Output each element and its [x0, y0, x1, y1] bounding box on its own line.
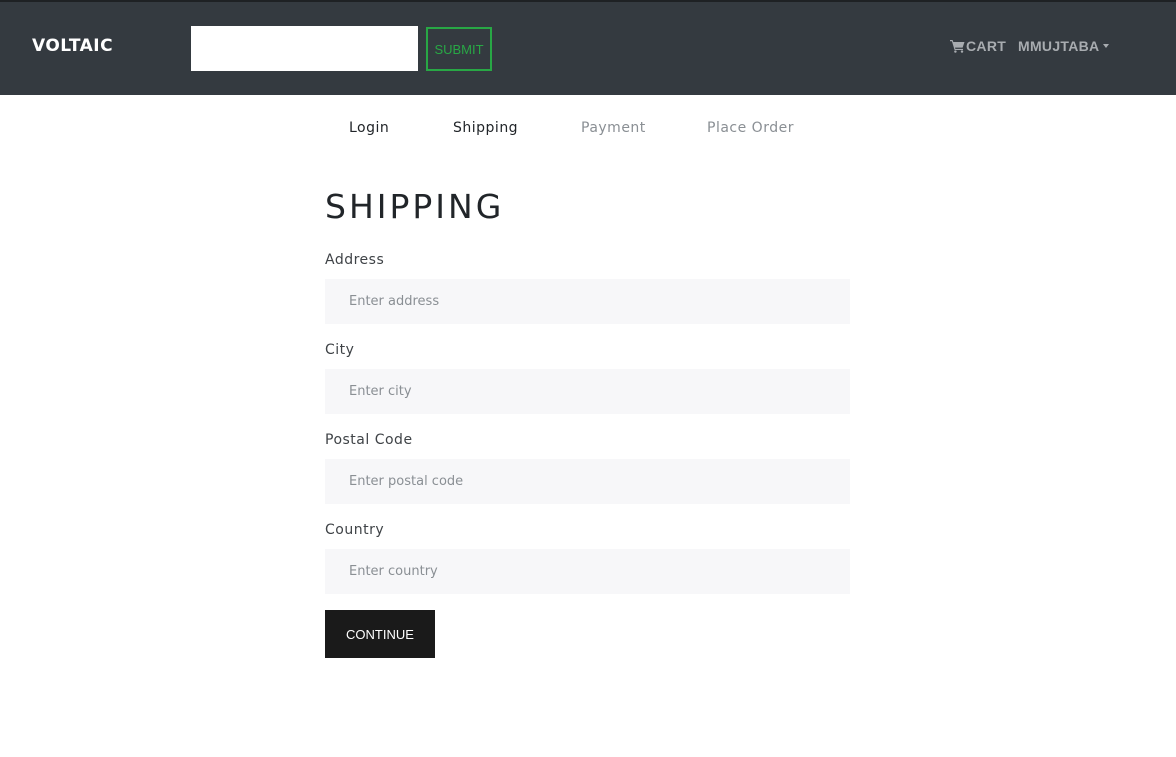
- cart-icon: [950, 40, 965, 53]
- postal-code-input[interactable]: [325, 459, 850, 504]
- step-login[interactable]: Login: [349, 120, 389, 136]
- step-place-order: Place Order: [707, 120, 794, 136]
- navbar-top-border: [0, 0, 1176, 2]
- address-label: Address: [325, 252, 385, 268]
- page-title: SHIPPING: [325, 187, 505, 226]
- step-payment: Payment: [581, 120, 646, 136]
- user-menu-dropdown[interactable]: MMUJTABA: [1018, 38, 1110, 54]
- search-input[interactable]: [191, 26, 418, 71]
- address-input[interactable]: [325, 279, 850, 324]
- step-shipping[interactable]: Shipping: [453, 120, 518, 136]
- city-input[interactable]: [325, 369, 850, 414]
- brand-logo[interactable]: VOLTAIC: [32, 36, 113, 56]
- cart-link[interactable]: CART: [950, 38, 1006, 54]
- continue-button[interactable]: CONTINUE: [325, 610, 435, 658]
- cart-label: CART: [966, 38, 1007, 54]
- user-name: MMUJTABA: [1018, 38, 1100, 54]
- caret-down-icon: [1103, 44, 1110, 48]
- country-label: Country: [325, 522, 385, 538]
- country-input[interactable]: [325, 549, 850, 594]
- navbar: VOLTAIC SUBMIT CART MMUJTABA: [0, 0, 1176, 95]
- checkout-steps: Login Shipping Payment Place Order: [0, 120, 1176, 142]
- search-submit-button[interactable]: SUBMIT: [426, 27, 492, 71]
- postal-code-label: Postal Code: [325, 432, 413, 448]
- city-label: City: [325, 342, 355, 358]
